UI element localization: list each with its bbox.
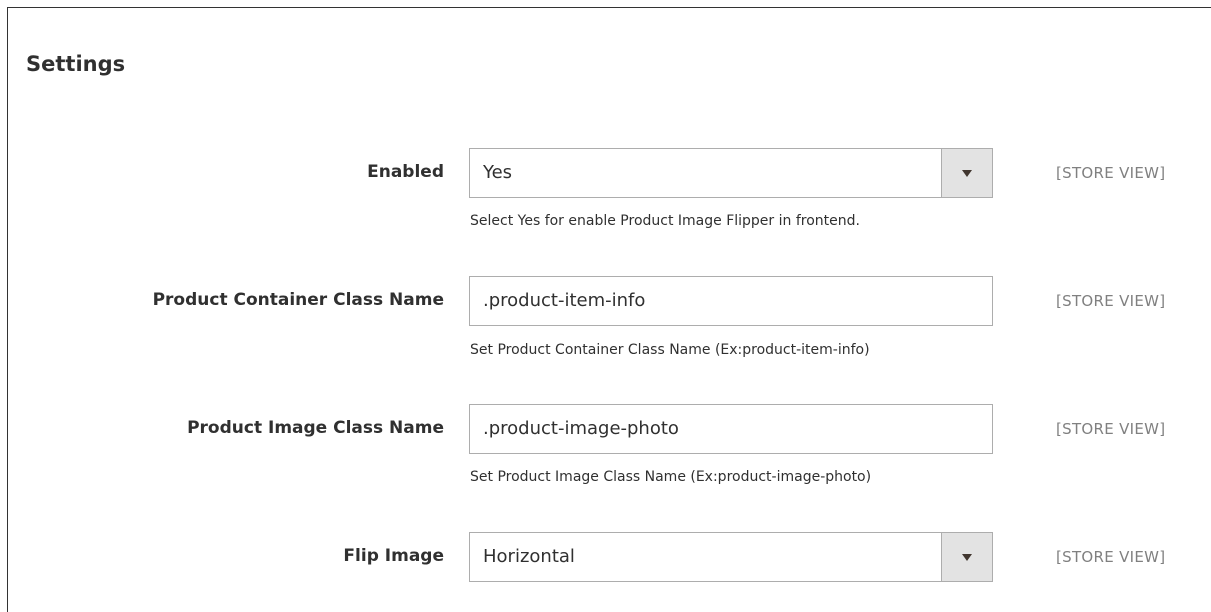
product-container-class-scope: [STORE VIEW] xyxy=(1056,292,1166,310)
product-image-class-label: Product Image Class Name xyxy=(187,418,444,438)
flip-image-label: Flip Image xyxy=(343,546,444,566)
product-image-class-input[interactable]: .product-image-photo xyxy=(469,404,993,454)
flip-image-select-value: Horizontal xyxy=(483,546,575,567)
settings-panel: Settings Enabled Yes Select Yes for enab… xyxy=(7,7,1211,612)
enabled-select-toggle[interactable] xyxy=(941,149,992,197)
product-image-class-value: .product-image-photo xyxy=(483,418,679,439)
product-container-class-note: Set Product Container Class Name (Ex:pro… xyxy=(470,342,870,358)
enabled-select[interactable]: Yes xyxy=(469,148,993,198)
product-image-class-scope: [STORE VIEW] xyxy=(1056,420,1166,438)
flip-image-select-toggle[interactable] xyxy=(941,533,992,581)
flip-image-select[interactable]: Horizontal xyxy=(469,532,993,582)
section-title: Settings xyxy=(26,52,126,76)
chevron-down-icon xyxy=(962,554,972,561)
product-container-class-label: Product Container Class Name xyxy=(152,290,444,310)
product-image-class-note: Set Product Image Class Name (Ex:product… xyxy=(470,469,872,485)
enabled-select-value: Yes xyxy=(483,162,513,183)
product-container-class-value: .product-item-info xyxy=(483,290,646,311)
enabled-label: Enabled xyxy=(367,162,444,182)
enabled-note: Select Yes for enable Product Image Flip… xyxy=(470,213,860,229)
enabled-scope: [STORE VIEW] xyxy=(1056,164,1166,182)
flip-image-scope: [STORE VIEW] xyxy=(1056,548,1166,566)
product-container-class-input[interactable]: .product-item-info xyxy=(469,276,993,326)
chevron-down-icon xyxy=(962,170,972,177)
